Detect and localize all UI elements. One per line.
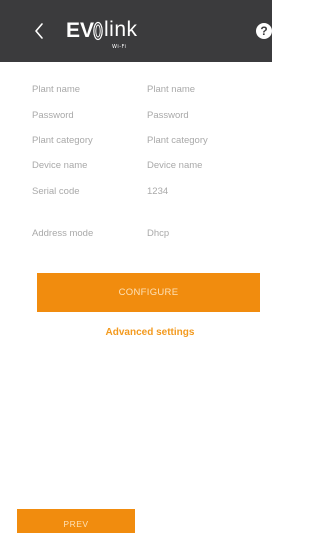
help-circle-icon: ? [260,24,268,38]
plant-category-label: Plant category [32,135,93,146]
logo-ev-text: EV [66,19,95,42]
address-mode-value: Dhcp [147,228,170,239]
password-value: Password [147,110,189,121]
prev-button[interactable]: PREV [17,509,135,533]
address-mode-label: Address mode [32,228,94,239]
plant-name-value: Plant name [147,84,196,95]
password-label: Password [32,110,74,121]
logo-wifi-text: Wi-Fi [112,44,127,50]
logo-link-text: link [104,18,138,41]
evolink-logo: EV link Wi-Fi [66,17,166,53]
serial-code-value: 1234 [147,186,169,197]
device-name-label: Device name [32,160,88,171]
plant-category-value: Plant category [147,135,208,146]
configure-button[interactable]: CONFIGURE [37,273,260,312]
back-button[interactable] [28,17,52,45]
logo-o-icon [93,21,103,41]
plant-name-label: Plant name [32,84,81,95]
app-header: EV link Wi-Fi ? [0,0,272,62]
chevron-left-icon [35,23,43,39]
help-button[interactable]: ? [256,23,272,39]
serial-code-label: Serial code [32,186,80,197]
device-name-value: Device name [147,160,203,171]
advanced-settings-link[interactable]: Advanced settings [80,326,220,339]
